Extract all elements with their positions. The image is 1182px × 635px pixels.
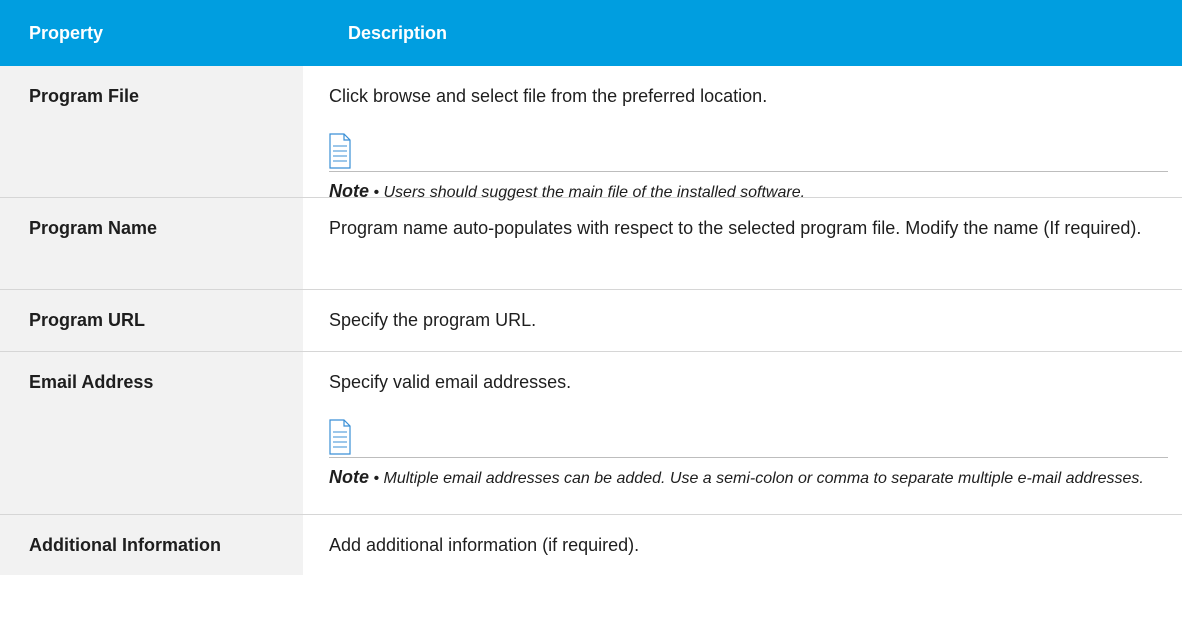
table-row: Program Name Program name auto-populates… [0,198,1182,290]
header-description: Description [348,22,448,43]
description-cell: Specify the program URL. [329,310,537,330]
description-text: Click browse and select file from the pr… [329,86,768,106]
property-cell: Program URL [0,290,303,351]
note: Note • Multiple email addresses can be a… [329,458,1168,494]
description-cell: Add additional information (if required)… [329,535,640,555]
table-row: Program URL Specify the program URL. [0,290,1182,352]
table-header: Property Description [0,0,1182,66]
description-cell: Specify valid email addresses. Note • Mu… [303,352,1182,514]
properties-table: Property Description Program File Click … [0,0,1182,575]
property-cell: Program File [0,66,303,197]
description-cell: Program name auto-populates with respect… [329,218,1142,238]
table-row: Email Address Specify valid email addres… [0,352,1182,515]
property-cell: Program Name [0,198,303,289]
description-text: Specify valid email addresses. [329,372,572,392]
document-note-icon [329,133,351,169]
table-row: Program File Click browse and select fil… [0,66,1182,201]
description-cell: Click browse and select file from the pr… [303,66,1182,201]
table-row: Additional Information Add additional in… [0,515,1182,575]
note-text: • Multiple email addresses can be added.… [373,470,1144,487]
property-cell: Email Address [0,352,303,514]
header-property: Property [29,22,104,43]
note-label: Note [329,467,369,487]
property-cell: Additional Information [0,515,303,575]
document-note-icon [329,419,351,455]
